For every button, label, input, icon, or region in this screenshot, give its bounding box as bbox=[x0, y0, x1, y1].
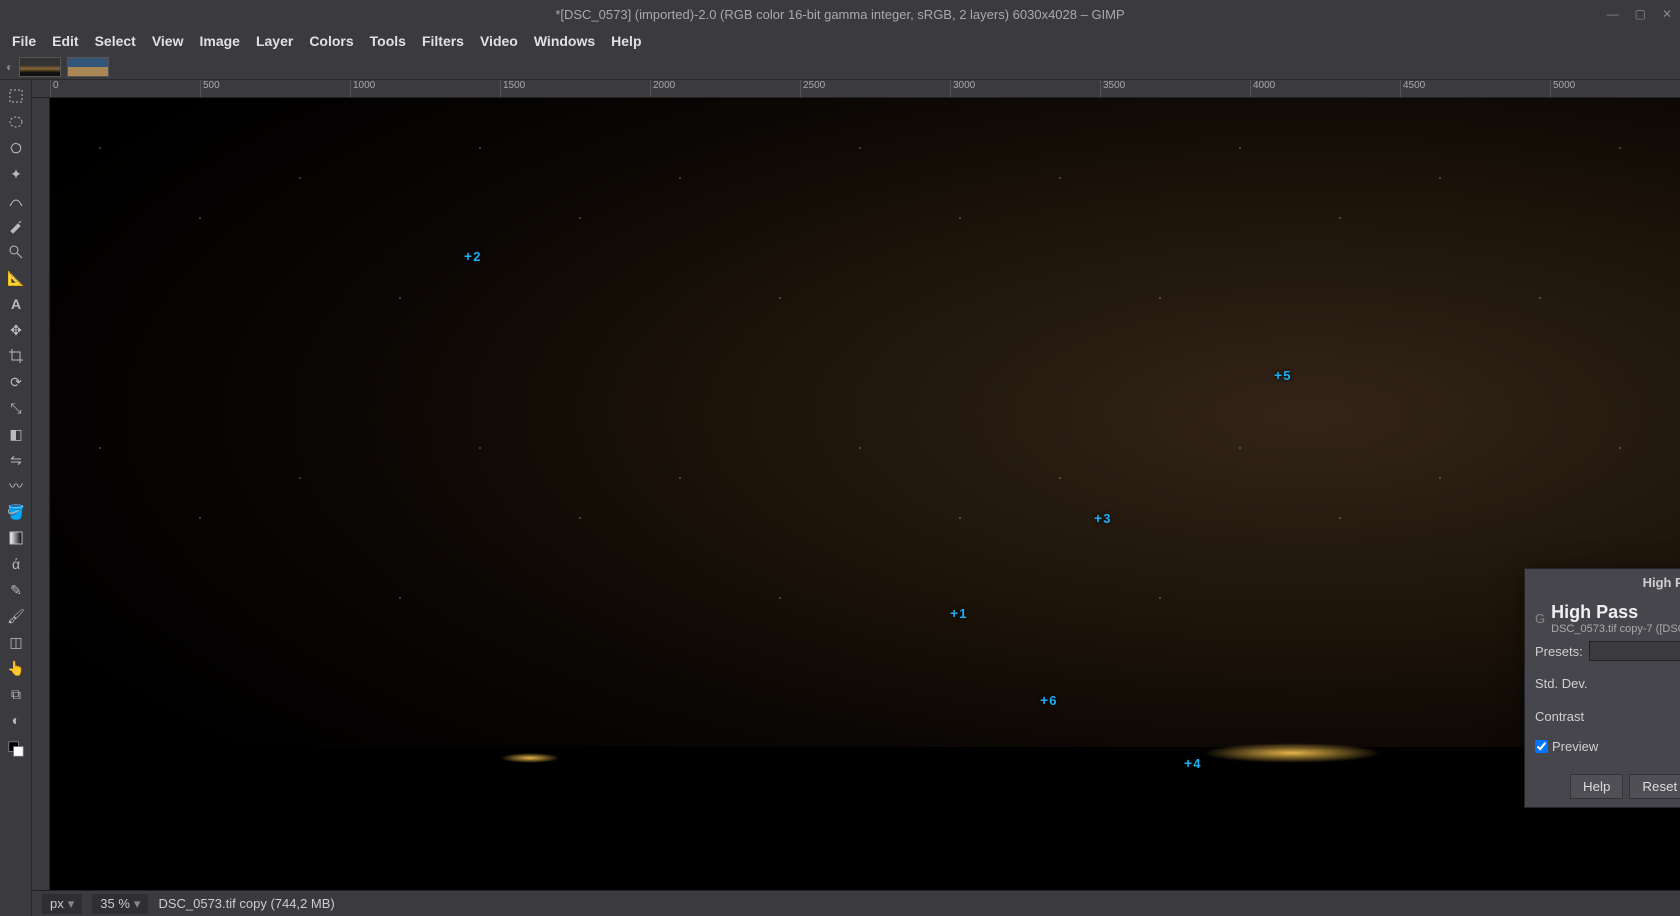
presets-select[interactable]: ▾ bbox=[1589, 641, 1680, 661]
sample-point-1[interactable]: 1 bbox=[950, 605, 966, 621]
help-button[interactable]: Help bbox=[1570, 774, 1623, 799]
ellipse-select-tool[interactable] bbox=[4, 110, 28, 134]
menu-tools[interactable]: Tools bbox=[364, 31, 412, 51]
menu-image[interactable]: Image bbox=[193, 31, 245, 51]
eraser-tool[interactable]: ◫ bbox=[4, 630, 28, 654]
menu-select[interactable]: Select bbox=[89, 31, 142, 51]
gegl-icon: G bbox=[1535, 611, 1545, 626]
scale-tool[interactable]: ⤡ bbox=[4, 396, 28, 420]
gradient-tool[interactable] bbox=[4, 526, 28, 550]
menu-bar: File Edit Select View Image Layer Colors… bbox=[0, 28, 1680, 54]
sample-point-4[interactable]: 4 bbox=[1184, 755, 1200, 771]
ruler-horizontal: 0500100015002000250030003500400045005000… bbox=[32, 80, 1680, 98]
measure-tool[interactable]: 📐 bbox=[4, 266, 28, 290]
image-tab-thumb[interactable] bbox=[19, 57, 61, 77]
maximize-icon[interactable]: ▢ bbox=[1635, 7, 1646, 21]
status-bar: px▾ 35 %▾ DSC_0573.tif copy (744,2 MB) bbox=[32, 890, 1680, 916]
image-canvas[interactable]: 1 2 3 4 5 6 High Pass ✕ G bbox=[50, 98, 1680, 890]
status-text: DSC_0573.tif copy (744,2 MB) bbox=[158, 896, 334, 911]
menu-video[interactable]: Video bbox=[474, 31, 524, 51]
dialog-subtitle: DSC_0573.tif copy-7 ([DSC_05... bbox=[1551, 623, 1680, 635]
flip-tool[interactable]: ⇋ bbox=[4, 448, 28, 472]
dialog-title: High Pass bbox=[1643, 575, 1680, 590]
paintbrush-tool[interactable]: 🖌 bbox=[4, 604, 28, 628]
menu-filters[interactable]: Filters bbox=[416, 31, 470, 51]
image-tab-bar: ◐ bbox=[0, 54, 1680, 80]
std-dev-label: Std. Dev. bbox=[1535, 676, 1588, 691]
dodge-burn-tool[interactable]: ◐ bbox=[4, 708, 28, 732]
presets-label: Presets: bbox=[1535, 644, 1583, 659]
preview-checkbox[interactable] bbox=[1535, 740, 1548, 753]
text-tool[interactable]: A bbox=[4, 292, 28, 316]
sample-point-2[interactable]: 2 bbox=[464, 248, 480, 264]
rotate-tool[interactable]: ⟳ bbox=[4, 370, 28, 394]
dialog-heading: High Pass bbox=[1551, 602, 1680, 623]
image-tab-thumb[interactable] bbox=[67, 57, 109, 77]
unified-transform-tool[interactable]: ◧ bbox=[4, 422, 28, 446]
move-tool[interactable]: ✥ bbox=[4, 318, 28, 342]
sample-point-5[interactable]: 5 bbox=[1274, 367, 1290, 383]
toolbox: ✦ 📐 A ✥ ⟳ ⤡ ◧ ⇋ 〰 🪣 ά ✎ 🖌 ◫ 👆 ⧉ ◐ bbox=[0, 80, 32, 916]
smudge-tool[interactable]: 👆 bbox=[4, 656, 28, 680]
sample-point-6[interactable]: 6 bbox=[1040, 692, 1056, 708]
window-titlebar: *[DSC_0573] (imported)-2.0 (RGB color 16… bbox=[0, 0, 1680, 28]
menu-windows[interactable]: Windows bbox=[528, 31, 601, 51]
bucket-fill-tool[interactable]: 🪣 bbox=[4, 500, 28, 524]
free-select-tool[interactable] bbox=[4, 136, 28, 160]
clone-tool[interactable]: ⧉ bbox=[4, 682, 28, 706]
menu-file[interactable]: File bbox=[6, 31, 42, 51]
preview-label: Preview bbox=[1552, 739, 1598, 754]
zoom-tool[interactable] bbox=[4, 240, 28, 264]
close-icon[interactable]: ✕ bbox=[1662, 7, 1672, 21]
menu-colors[interactable]: Colors bbox=[303, 31, 359, 51]
contrast-label: Contrast bbox=[1535, 709, 1584, 724]
menu-view[interactable]: View bbox=[146, 31, 190, 51]
crop-tool[interactable] bbox=[4, 344, 28, 368]
paths-tool[interactable] bbox=[4, 188, 28, 212]
unit-select[interactable]: px▾ bbox=[42, 894, 82, 914]
warp-tool[interactable]: 〰 bbox=[4, 474, 28, 498]
sample-point-3[interactable]: 3 bbox=[1094, 510, 1110, 526]
pencil-tool[interactable]: ✎ bbox=[4, 578, 28, 602]
rect-select-tool[interactable] bbox=[4, 84, 28, 108]
zoom-select[interactable]: 35 %▾ bbox=[92, 894, 148, 914]
high-pass-dialog: High Pass ✕ G High Pass DSC_0573.tif cop… bbox=[1524, 568, 1680, 808]
mypaint-brush-tool[interactable]: ά bbox=[4, 552, 28, 576]
wilber-icon: ◐ bbox=[6, 60, 13, 74]
menu-layer[interactable]: Layer bbox=[250, 31, 299, 51]
fg-bg-swatch[interactable] bbox=[4, 734, 28, 764]
ruler-vertical bbox=[32, 98, 50, 890]
reset-button[interactable]: Reset bbox=[1629, 774, 1680, 799]
color-picker-tool[interactable] bbox=[4, 214, 28, 238]
minimize-icon[interactable]: — bbox=[1607, 7, 1619, 21]
fuzzy-select-tool[interactable]: ✦ bbox=[4, 162, 28, 186]
window-title: *[DSC_0573] (imported)-2.0 (RGB color 16… bbox=[555, 7, 1124, 22]
menu-edit[interactable]: Edit bbox=[46, 31, 84, 51]
menu-help[interactable]: Help bbox=[605, 31, 647, 51]
